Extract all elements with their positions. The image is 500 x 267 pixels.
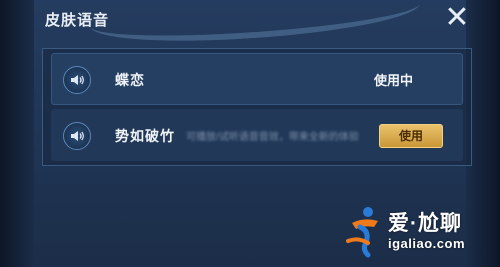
close-icon: ✕ — [444, 1, 470, 34]
watermark-text: 爱·尬聊 — [388, 212, 462, 235]
speaker-icon[interactable] — [63, 66, 91, 94]
voice-item-dielian[interactable]: 蝶恋 使用中 — [51, 53, 463, 105]
voice-name: 势如破竹 — [115, 128, 175, 144]
watermark-logo-icon — [346, 207, 378, 258]
speaker-icon[interactable] — [63, 122, 91, 150]
watermark-url: igaliao.com — [388, 236, 466, 251]
voice-name: 蝶恋 — [115, 72, 145, 88]
watermark: 爱·尬聊 igaliao.com — [344, 203, 494, 259]
use-button[interactable]: 使用 — [379, 124, 443, 148]
voice-description: 可播放/试听语音音效，带来全新的体验 — [186, 132, 359, 143]
background-left — [0, 0, 34, 267]
voice-list: 蝶恋 使用中 势如破竹 可播放/试听语音音效，带来全新的体验 使用 — [42, 48, 472, 166]
dialog-title: 皮肤语音 — [45, 12, 110, 29]
in-use-status: 使用中 — [373, 73, 413, 88]
voice-item-shirupozhu[interactable]: 势如破竹 可播放/试听语音音效，带来全新的体验 使用 — [51, 109, 463, 161]
close-button[interactable]: ✕ — [440, 1, 474, 34]
